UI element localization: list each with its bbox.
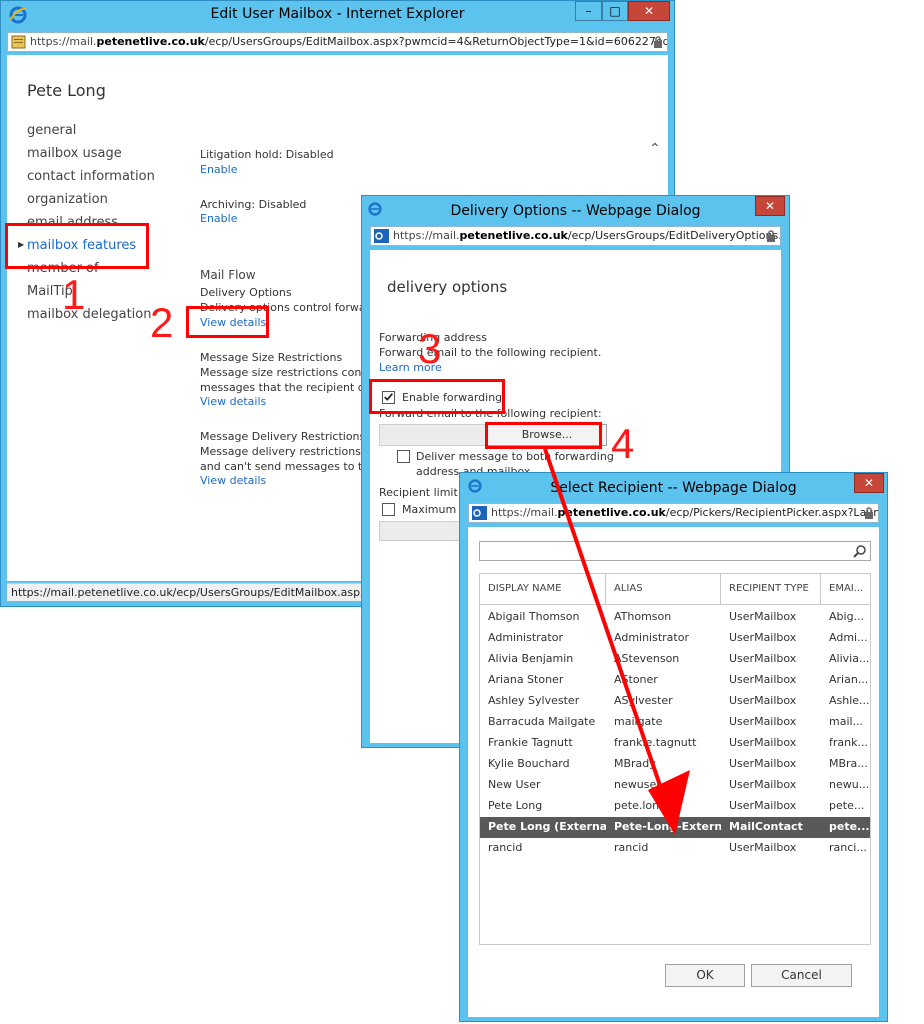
archiving-label: Archiving: Disabled	[200, 198, 307, 211]
column-header-email[interactable]: EMAI...	[821, 574, 872, 604]
table-row[interactable]: New User newuser UserMailbox newu...	[480, 775, 870, 796]
address-bar[interactable]: https://mail.petenetlive.co.uk/ecp/Users…	[370, 226, 781, 246]
nav-contact-information[interactable]: contact information	[27, 169, 155, 184]
recipient-limit-heading: Recipient limit	[379, 486, 458, 499]
column-header-display-name[interactable]: DISPLAY NAME	[480, 574, 606, 604]
address-bar[interactable]: https://mail.petenetlive.co.uk/ecp/Users…	[7, 32, 668, 52]
table-row[interactable]: Alivia Benjamin AStevenson UserMailbox Aliv…	[480, 649, 870, 670]
msr-desc-2: messages that the recipient can s	[200, 381, 387, 394]
nav-mailbox-delegation[interactable]: mailbox delegation	[27, 307, 151, 322]
table-row[interactable]: Barracuda Mailgate mailgate UserMailbox mai…	[480, 712, 870, 733]
nav-general[interactable]: general	[27, 123, 76, 138]
delivery-options-heading: delivery options	[387, 278, 508, 296]
user-name-heading: Pete Long	[27, 81, 106, 100]
msr-view-details-link[interactable]: View details	[200, 395, 266, 408]
table-row-selected[interactable]: Pete Long (External)Pete-Long-ExternalMa…	[480, 817, 870, 838]
table-row[interactable]: Kylie Bouchard MBrady UserMailbox MBra...	[480, 754, 870, 775]
column-header-recipient-type[interactable]: RECIPIENT TYPE	[721, 574, 821, 604]
litigation-hold-label: Litigation hold: Disabled	[200, 148, 334, 161]
annotation-number-3: 3	[418, 325, 442, 372]
table-row[interactable]: Pete Long pete.long UserMailbox pete...	[480, 796, 870, 817]
maximum-recipients-input[interactable]	[379, 521, 469, 541]
cancel-button[interactable]: Cancel	[751, 964, 852, 987]
forwarding-address-desc: Forward email to the following recipient…	[379, 346, 602, 359]
close-button[interactable]: ✕	[854, 473, 884, 493]
lock-icon	[865, 507, 873, 519]
table-row[interactable]: Abigail Thomson AThomson UserMailbox Abig..…	[480, 607, 870, 628]
mdr-desc-2: and can't send messages to this r	[200, 460, 387, 473]
nav-email-address[interactable]: email address	[27, 215, 118, 223]
litigation-enable-link[interactable]: Enable	[200, 163, 237, 176]
select-recipient-window: Select Recipient -- Webpage Dialog ✕ htt…	[459, 472, 888, 1022]
outlook-icon	[472, 506, 487, 520]
annotation-box-4	[485, 422, 602, 449]
minimize-button[interactable]: –	[575, 1, 602, 21]
table-row[interactable]: Ashley Sylvester ASylvester UserMailbox Ash…	[480, 691, 870, 712]
ok-button[interactable]: OK	[665, 964, 745, 987]
deliver-both-checkbox[interactable]	[397, 450, 410, 463]
table-row[interactable]: Ariana Stoner AStoner UserMailbox Arian...	[480, 670, 870, 691]
mdr-heading: Message Delivery Restrictions	[200, 430, 366, 443]
nav-mailbox-usage[interactable]: mailbox usage	[27, 146, 122, 161]
table-row[interactable]: Administrator Administrator UserMailbox Adm…	[480, 628, 870, 649]
search-icon[interactable]	[853, 544, 867, 558]
forward-recipient-input[interactable]	[379, 424, 487, 446]
mail-flow-heading: Mail Flow	[200, 268, 256, 282]
table-row[interactable]: rancid rancid UserMailbox ranci...	[480, 838, 870, 859]
deliver-both-label-1: Deliver message to both forwarding	[416, 450, 614, 463]
title-bar[interactable]: Delivery Options -- Webpage Dialog ✕	[362, 196, 789, 225]
recipient-table: DISPLAY NAME ALIAS RECIPIENT TYPE EMAI..…	[479, 573, 871, 945]
lock-icon	[767, 230, 775, 242]
title-bar[interactable]: Select Recipient -- Webpage Dialog ✕	[460, 473, 887, 502]
close-button[interactable]: ✕	[755, 196, 785, 216]
annotation-box-2	[186, 306, 269, 338]
msr-desc-1: Message size restrictions control	[200, 366, 380, 379]
maximize-button[interactable]: □	[602, 1, 628, 21]
mdr-view-details-link[interactable]: View details	[200, 474, 266, 487]
select-recipient-content: DISPLAY NAME ALIAS RECIPIENT TYPE EMAI..…	[468, 527, 879, 1017]
maximum-recipients-checkbox[interactable]	[382, 503, 395, 516]
annotation-number-4: 4	[611, 420, 635, 467]
table-row[interactable]: Frankie Tagnutt frankie.tagnutt UserMailbo…	[480, 733, 870, 754]
window-title: Delivery Options -- Webpage Dialog	[450, 203, 701, 219]
annotation-box-3	[369, 379, 505, 414]
close-button[interactable]: ✕	[628, 1, 670, 21]
archiving-enable-link[interactable]: Enable	[200, 212, 237, 225]
msr-heading: Message Size Restrictions	[200, 351, 343, 364]
page-icon	[11, 35, 26, 49]
delivery-options-label: Delivery Options	[200, 286, 292, 299]
address-bar[interactable]: https://mail.petenetlive.co.uk/ecp/Picke…	[468, 503, 879, 523]
annotation-number-2: 2	[150, 299, 174, 346]
scroll-up-icon[interactable]: ⌃	[649, 141, 661, 157]
mdr-desc-1: Message delivery restrictions defi	[200, 445, 386, 458]
window-title: Edit User Mailbox - Internet Explorer	[210, 6, 465, 22]
annotation-number-1: 1	[62, 271, 86, 318]
window-title: Select Recipient -- Webpage Dialog	[550, 480, 797, 496]
annotation-box-1	[5, 223, 149, 269]
nav-organization[interactable]: organization	[27, 192, 108, 207]
outlook-icon	[374, 229, 389, 243]
title-bar[interactable]: Edit User Mailbox - Internet Explorer – …	[1, 1, 674, 30]
column-header-alias[interactable]: ALIAS	[606, 574, 721, 604]
search-input[interactable]	[479, 541, 871, 561]
lock-icon	[654, 36, 662, 48]
header-divider	[480, 604, 870, 605]
